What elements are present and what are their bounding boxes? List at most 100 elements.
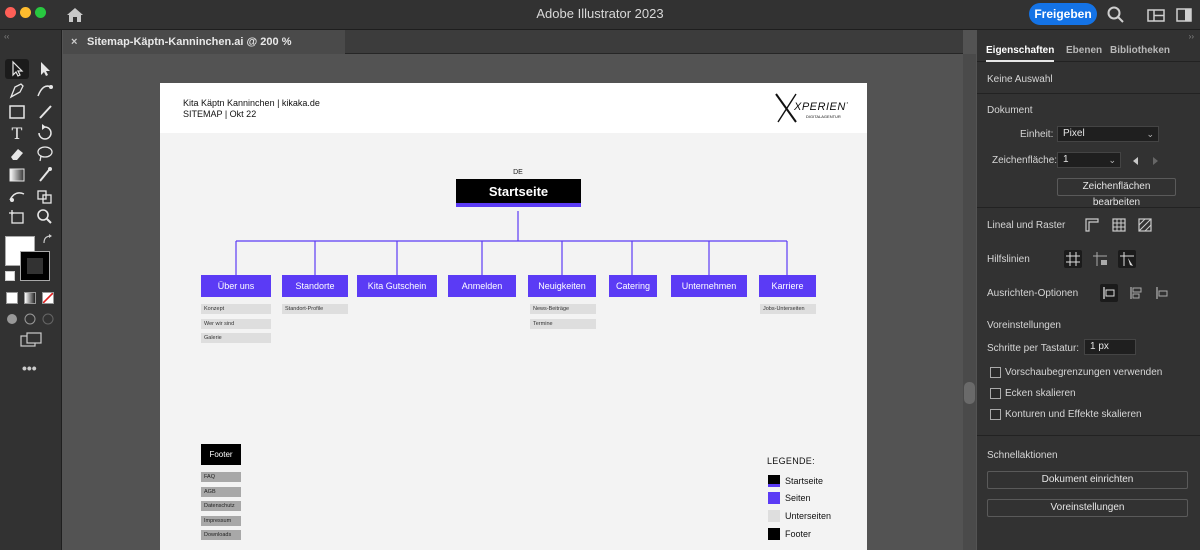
close-tab-icon[interactable]: × (71, 30, 87, 54)
next-artboard-icon[interactable] (1153, 157, 1158, 165)
legend-label-seiten: Seiten (785, 493, 811, 503)
section-guides: Hilfslinien (987, 254, 1030, 265)
sitemap-node-karriere: Karriere (759, 275, 816, 297)
grid-icon[interactable] (1110, 216, 1128, 234)
none-mode-icon[interactable] (42, 292, 54, 304)
sitemap-node-unternehmen: Unternehmen (671, 275, 747, 297)
divider (977, 93, 1200, 94)
edit-artboards-button[interactable]: Zeichenflächen bearbeiten (1057, 178, 1176, 208)
curvature-tool-icon[interactable] (33, 81, 57, 101)
pen-tool-icon[interactable] (5, 81, 29, 101)
sitemap-node-anmelden: Anmelden (448, 275, 516, 297)
subpage-termine: Termine (530, 319, 596, 329)
ruler-icon[interactable] (1083, 216, 1101, 234)
document-tab-bar: ×Sitemap-Käptn-Kanninchen.ai @ 200 % (RG… (63, 30, 963, 72)
stroke-color-swatch[interactable] (20, 251, 50, 281)
footer-item-agb: AGB (201, 487, 241, 497)
sitemap-node-footer: Footer (201, 444, 241, 465)
screen-mode-icon[interactable] (19, 332, 43, 350)
subpage-standort-profile: Standort-Profile (282, 304, 348, 314)
subpage-konzept: Konzept (201, 304, 271, 314)
canvas-area[interactable]: Kita Käptn Kanninchen | kikaka.de SITEMA… (63, 54, 961, 550)
tab-ebenen[interactable]: Ebenen (1066, 45, 1102, 56)
close-window-button[interactable] (5, 7, 16, 18)
artboard-tool-icon[interactable] (5, 207, 29, 227)
lasso-tool-icon[interactable] (33, 144, 57, 164)
legend-label-unterseiten: Unterseiten (785, 511, 832, 521)
subpage-galerie: Galerie (201, 333, 271, 343)
chevron-down-icon: ⌄ (1146, 129, 1154, 139)
home-icon[interactable] (64, 4, 86, 26)
artboard[interactable]: Kita Käptn Kanninchen | kikaka.de SITEMA… (160, 83, 867, 550)
preview-bounds-label: Vorschaubegrenzungen verwenden (1005, 367, 1163, 378)
legend-swatch-seiten (768, 492, 780, 504)
selection-tool-icon[interactable] (5, 59, 29, 79)
scale-strokes-effects-checkbox[interactable] (990, 409, 1001, 420)
minimize-window-button[interactable] (20, 7, 31, 18)
lock-guides-icon[interactable] (1091, 250, 1109, 268)
eyedropper-tool-icon[interactable] (33, 165, 57, 185)
gradient-mode-icon[interactable] (24, 292, 36, 304)
draw-mode-icons[interactable] (5, 312, 55, 326)
vertical-scrollbar[interactable] (963, 54, 976, 550)
artboard-value: 1 (1063, 154, 1069, 165)
align-to-artboard-icon[interactable] (1153, 284, 1171, 302)
blend-tool-icon[interactable] (5, 186, 29, 206)
workspace-layout-icon[interactable] (1146, 5, 1166, 25)
section-align-options: Ausrichten-Optionen (987, 288, 1079, 299)
legend-title: LEGENDE: (767, 456, 815, 466)
divider (977, 207, 1200, 208)
panel-toggle-icon[interactable] (1174, 5, 1194, 25)
eraser-tool-icon[interactable] (5, 144, 29, 164)
scrollbar-thumb[interactable] (964, 382, 975, 404)
show-guides-icon[interactable] (1064, 250, 1082, 268)
sitemap-node-kita-gutschein: Kita Gutschein (357, 275, 437, 297)
rectangle-tool-icon[interactable] (5, 102, 29, 122)
align-to-selection-icon[interactable] (1100, 284, 1118, 302)
rotate-tool-icon[interactable] (33, 123, 57, 143)
footer-item-faq: FAQ (201, 472, 241, 482)
zoom-window-button[interactable] (35, 7, 46, 18)
chevron-down-icon: ⌄ (1108, 155, 1116, 165)
legend-swatch-footer (768, 528, 780, 540)
preferences-button[interactable]: Voreinstellungen (987, 499, 1188, 517)
transparency-grid-icon[interactable] (1136, 216, 1154, 234)
scale-corners-label: Ecken skalieren (1005, 388, 1076, 399)
default-colors-icon[interactable] (5, 271, 15, 281)
no-selection-label: Keine Auswahl (987, 74, 1053, 85)
collapse-toolbar-icon[interactable]: ‹‹ (4, 32, 9, 41)
direct-selection-tool-icon[interactable] (33, 59, 57, 79)
legend-label-startseite: Startseite (785, 476, 824, 486)
previous-artboard-icon[interactable] (1133, 157, 1138, 165)
sitemap-node-standorte: Standorte (282, 275, 348, 297)
sitemap-node-neuigkeiten: Neuigkeiten (528, 275, 596, 297)
keyboard-increment-label: Schritte per Tastatur: (987, 343, 1080, 354)
document-tab[interactable]: ×Sitemap-Käptn-Kanninchen.ai @ 200 % (RG… (63, 30, 345, 72)
paintbrush-tool-icon[interactable] (33, 102, 57, 122)
more-tools-icon[interactable]: ••• (22, 360, 37, 376)
tab-eigenschaften[interactable]: Eigenschaften (986, 45, 1055, 62)
preview-bounds-checkbox[interactable] (990, 367, 1001, 378)
artboard-dropdown[interactable]: 1 ⌄ (1057, 152, 1121, 168)
zoom-tool-icon[interactable] (33, 207, 57, 227)
smart-guides-icon[interactable] (1118, 250, 1136, 268)
gradient-tool-icon[interactable] (5, 165, 29, 185)
swap-colors-icon[interactable] (42, 234, 54, 246)
align-to-key-object-icon[interactable] (1127, 284, 1145, 302)
type-tool-icon[interactable]: T (5, 123, 29, 143)
svg-text:T: T (12, 124, 23, 143)
tab-bibliotheken[interactable]: Bibliotheken (1110, 45, 1170, 56)
subpage-jobs-unterseiten: Jobs-Unterseiten (760, 304, 816, 314)
share-button[interactable]: Freigeben (1029, 3, 1097, 25)
color-mode-icon[interactable] (6, 292, 18, 304)
keyboard-increment-input[interactable]: 1 px (1084, 339, 1136, 355)
section-preferences: Voreinstellungen (987, 320, 1061, 331)
search-icon[interactable] (1106, 5, 1126, 25)
document-setup-button[interactable]: Dokument einrichten (987, 471, 1188, 489)
properties-panel: ›› Eigenschaften Ebenen Bibliotheken Kei… (977, 30, 1200, 550)
shape-builder-tool-icon[interactable] (33, 186, 57, 206)
footer-item-downloads: Downloads (201, 530, 241, 540)
scale-corners-checkbox[interactable] (990, 388, 1001, 399)
section-quick-actions: Schnellaktionen (987, 450, 1058, 461)
unit-dropdown[interactable]: Pixel ⌄ (1057, 126, 1159, 142)
